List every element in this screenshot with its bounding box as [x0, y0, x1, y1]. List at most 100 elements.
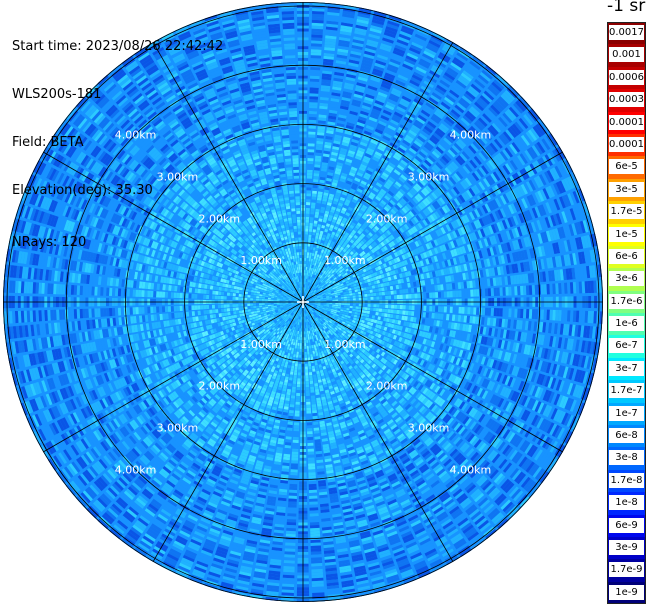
- ppi-range-gate: [349, 305, 353, 309]
- ppi-range-gate: [388, 304, 392, 309]
- ppi-range-gate: [304, 243, 308, 247]
- ppi-range-gate: [428, 285, 432, 292]
- ppi-range-gate: [511, 286, 515, 296]
- ppi-range-gate: [313, 173, 320, 177]
- ppi-range-gate: [549, 283, 553, 295]
- ppi-range-gate: [399, 305, 403, 310]
- ppi-range-gate: [312, 229, 317, 233]
- ppi-range-gate: [310, 60, 321, 65]
- ppi-range-gate: [308, 116, 317, 121]
- ppi-range-gate: [490, 287, 495, 297]
- ppi-range-gate: [379, 296, 383, 300]
- ppi-range-gate: [305, 219, 310, 223]
- ppi-range-gate: [366, 290, 371, 294]
- ppi-range-gate: [352, 295, 356, 298]
- ppi-range-gate: [305, 231, 309, 235]
- ppi-range-gate: [307, 143, 315, 147]
- ppi-range-gate: [306, 199, 311, 203]
- ppi-range-gate: [382, 304, 386, 309]
- ppi-range-gate: [408, 288, 412, 294]
- ppi-range-gate: [422, 312, 427, 318]
- ppi-range-gate: [309, 105, 318, 109]
- ppi-range-gate: [387, 309, 391, 314]
- ppi-range-gate: [493, 308, 498, 317]
- ppi-range-gate: [305, 225, 309, 229]
- ppi-range-gate: [309, 87, 319, 91]
- ppi-range-gate: [358, 294, 362, 298]
- ppi-range-gate: [349, 295, 353, 299]
- ppi-range-gate: [552, 309, 556, 321]
- ppi-range-gate: [363, 290, 368, 294]
- ppi-range-gate: [467, 289, 471, 297]
- ppi-range-gate: [514, 308, 518, 318]
- ppi-range-gate: [528, 285, 533, 295]
- ppi-range-gate: [311, 34, 323, 39]
- ppi-range-gate: [370, 307, 374, 311]
- ppi-range-gate: [473, 307, 477, 315]
- ppi-range-gate: [543, 309, 547, 320]
- ppi-range-gate: [309, 93, 319, 97]
- ppi-range-gate: [309, 219, 314, 224]
- ppi-range-gate: [370, 304, 374, 308]
- ppi-range-gate: [304, 263, 306, 267]
- ppi-range-gate: [440, 284, 444, 291]
- ppi-range-gate: [313, 170, 320, 174]
- ppi-range-gate: [308, 119, 317, 124]
- ppi-range-gate: [410, 287, 415, 293]
- ppi-range-gate: [313, 178, 319, 183]
- ppi-range-gate: [410, 311, 415, 317]
- ppi-range-gate: [306, 184, 312, 188]
- ppi-range-gate: [311, 25, 324, 30]
- ppi-range-gate: [306, 178, 313, 182]
- ppi-range-gate: [308, 234, 312, 238]
- ppi-range-gate: [493, 287, 498, 296]
- ppi-range-gate: [332, 302, 336, 305]
- ppi-range-gate: [363, 310, 368, 314]
- ppi-range-gate: [335, 299, 339, 301]
- ppi-range-gate: [540, 284, 545, 295]
- ppi-range-gate: [308, 134, 316, 138]
- ppi-range-gate: [525, 309, 530, 319]
- ppi-range-gate: [528, 309, 533, 319]
- ppi-range-gate: [572, 310, 577, 323]
- ppi-range-gate: [399, 310, 403, 315]
- ppi-range-gate: [305, 204, 311, 209]
- ppi-range-gate: [369, 311, 373, 315]
- ppi-range-gate: [569, 282, 574, 294]
- ppi-range-gate: [307, 157, 314, 162]
- ppi-range-gate: [306, 255, 309, 259]
- ppi-range-gate: [575, 281, 580, 294]
- ppi-range-gate: [305, 213, 310, 217]
- ppi-range-gate: [581, 310, 586, 323]
- ppi-range-gate: [411, 293, 415, 299]
- ppi-range-gate: [310, 208, 315, 212]
- ppi-range-gate: [303, 272, 306, 276]
- ppi-range-gate: [311, 199, 316, 203]
- ppi-range-gate: [405, 305, 409, 310]
- ppi-range-gate: [434, 313, 438, 319]
- ppi-range-gate: [461, 290, 465, 298]
- ppi-range-gate: [307, 249, 310, 253]
- ppi-range-gate: [378, 308, 383, 312]
- ppi-range-gate: [308, 113, 317, 118]
- ppi-range-gate: [578, 310, 583, 323]
- ppi-range-gate: [390, 290, 394, 295]
- ppi-range-gate: [309, 102, 318, 106]
- ppi-range-gate: [375, 288, 379, 293]
- ppi-range-gate: [305, 222, 309, 226]
- ppi-range-gate: [434, 306, 439, 312]
- ppi-range-gate: [399, 294, 403, 299]
- ppi-range-gate: [414, 293, 418, 299]
- ppi-range-gate: [392, 285, 397, 290]
- ppi-range-gate: [310, 75, 320, 80]
- ppi-range-gate: [408, 310, 412, 316]
- ppi-range-gate: [531, 309, 536, 320]
- ppi-range-gate: [429, 305, 433, 312]
- ppi-range-gate: [546, 283, 550, 295]
- ppi-range-gate: [358, 306, 362, 310]
- ppi-range-gate: [405, 288, 409, 294]
- ppi-range-gate: [522, 308, 527, 319]
- ppi-range-gate: [364, 293, 368, 297]
- ppi-range-gate: [470, 289, 474, 297]
- ppi-range-gate: [314, 211, 320, 216]
